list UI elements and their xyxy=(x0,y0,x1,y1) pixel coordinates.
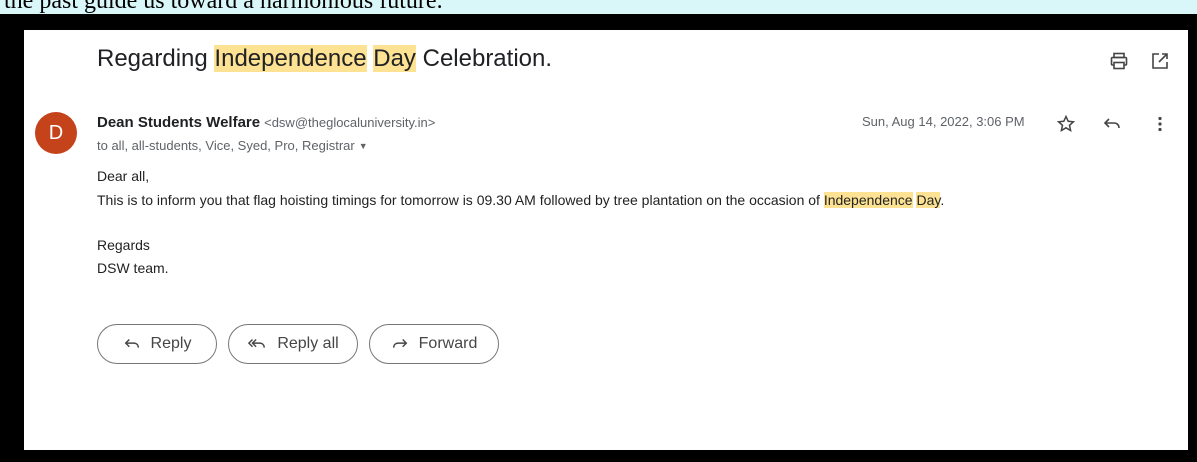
reply-all-button[interactable]: Reply all xyxy=(228,324,358,364)
body-line: This is to inform you that flag hoisting… xyxy=(97,192,944,208)
avatar[interactable]: D xyxy=(35,112,77,154)
body-text-part: . xyxy=(940,192,945,208)
subject-highlight: Day xyxy=(373,45,416,72)
reply-icon[interactable] xyxy=(1101,113,1123,135)
caption-text: the past guide us toward a harmonious fu… xyxy=(4,0,443,14)
body-greeting: Dear all, xyxy=(97,168,150,184)
print-icon[interactable] xyxy=(1108,50,1130,72)
recipients-text: to all, all-students, Vice, Syed, Pro, R… xyxy=(97,138,355,153)
sender-name[interactable]: Dean Students Welfare xyxy=(97,114,260,131)
reply-button[interactable]: Reply xyxy=(97,324,217,364)
reply-all-button-label: Reply all xyxy=(277,335,339,352)
screenshot-frame: Regarding Independence Day Celebration. … xyxy=(0,14,1197,462)
open-in-new-window-icon[interactable] xyxy=(1149,50,1171,72)
sender-email: <dsw@theglocaluniversity.in> xyxy=(264,115,436,130)
email-date: Sun, Aug 14, 2022, 3:06 PM xyxy=(862,114,1025,129)
body-highlight: Day xyxy=(916,192,941,208)
star-icon[interactable] xyxy=(1055,113,1077,135)
reply-button-label: Reply xyxy=(150,335,192,352)
body-text-part: This is to inform you that flag hoisting… xyxy=(97,192,824,208)
sender-line: Dean Students Welfare <dsw@theglocalunive… xyxy=(97,114,435,132)
body-signature: DSW team. xyxy=(97,260,169,276)
more-vertical-icon[interactable] xyxy=(1149,113,1171,135)
dropdown-caret-icon[interactable]: ▼ xyxy=(359,141,368,151)
body-highlight: Independence xyxy=(823,192,913,208)
subject-part: Regarding xyxy=(97,45,215,72)
subject-highlight: Independence xyxy=(214,45,367,72)
email-view: Regarding Independence Day Celebration. … xyxy=(24,30,1188,450)
recipients-line[interactable]: to all, all-students, Vice, Syed, Pro, R… xyxy=(97,138,368,153)
reply-all-icon xyxy=(247,335,267,353)
forward-button-label: Forward xyxy=(418,335,478,352)
caption-strip: the past guide us toward a harmonious fu… xyxy=(0,0,1197,14)
forward-button[interactable]: Forward xyxy=(369,324,499,364)
reply-icon xyxy=(123,335,141,353)
subject-part: Celebration. xyxy=(415,45,553,72)
forward-icon xyxy=(391,335,409,353)
email-subject: Regarding Independence Day Celebration. xyxy=(97,45,552,73)
avatar-letter: D xyxy=(48,121,64,144)
body-regards: Regards xyxy=(97,237,150,253)
